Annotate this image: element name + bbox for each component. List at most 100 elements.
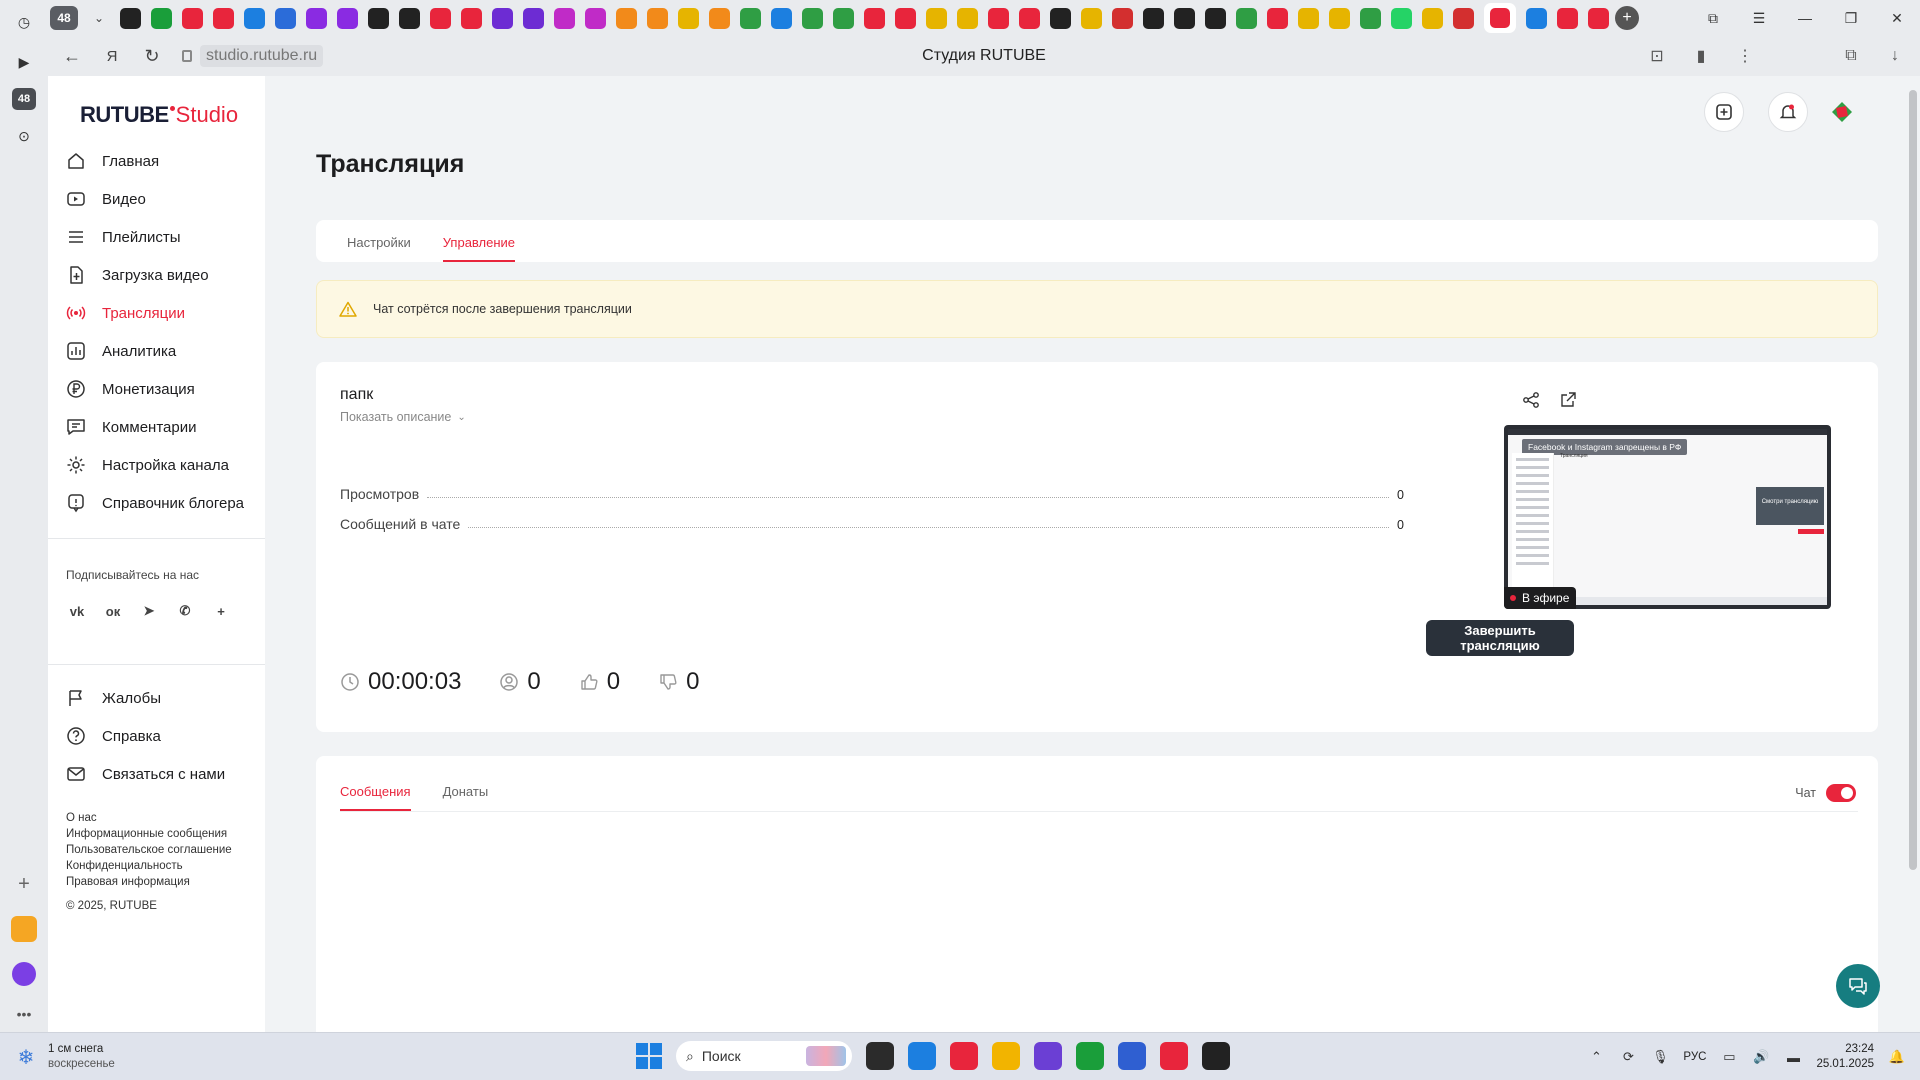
language-indicator[interactable]: РУС bbox=[1683, 1051, 1706, 1063]
taskbar-app-icon[interactable] bbox=[1034, 1042, 1062, 1070]
taskbar-app-icon[interactable] bbox=[1076, 1042, 1104, 1070]
footer-link[interactable]: Информационные сообщения bbox=[66, 826, 232, 842]
battery-icon[interactable]: ▬ bbox=[1784, 1048, 1802, 1066]
footer-link[interactable]: О нас bbox=[66, 810, 232, 826]
browser-tab-favicon[interactable] bbox=[864, 7, 885, 29]
browser-tab-favicon[interactable] bbox=[523, 7, 544, 29]
url-field[interactable]: studio.rutube.ru bbox=[182, 45, 324, 67]
browser-tab-favicon[interactable] bbox=[1112, 7, 1133, 29]
page-scrollbar[interactable] bbox=[1904, 76, 1920, 1032]
taskbar-app-icon[interactable] bbox=[908, 1042, 936, 1070]
browser-tab-favicon[interactable] bbox=[461, 7, 482, 29]
browser-tab-favicon[interactable] bbox=[1081, 7, 1102, 29]
open-external-button[interactable] bbox=[1556, 388, 1580, 412]
notifications-button[interactable] bbox=[1768, 92, 1808, 132]
rutube-studio-logo[interactable]: RUTUBE Studio bbox=[80, 102, 238, 128]
show-description-toggle[interactable]: Показать описание ⌄ bbox=[340, 410, 466, 424]
bookmark-icon[interactable]: ▮ bbox=[1690, 45, 1712, 67]
sidebar-secondary-item[interactable]: Связаться с нами bbox=[66, 755, 265, 793]
maximize-button[interactable]: ❐ bbox=[1828, 0, 1874, 36]
browser-tab-favicon[interactable] bbox=[616, 7, 637, 29]
browser-tab-favicon[interactable] bbox=[1360, 7, 1381, 29]
telegram-icon[interactable]: ➤ bbox=[136, 598, 162, 624]
vk-icon[interactable]: vk bbox=[64, 598, 90, 624]
start-button[interactable] bbox=[636, 1043, 662, 1069]
browser-tab-favicon[interactable] bbox=[1143, 7, 1164, 29]
stream-preview[interactable]: Facebook и Instagram запрещены в РФ Тран… bbox=[1504, 425, 1831, 609]
new-tab-button[interactable]: + bbox=[1615, 6, 1639, 30]
tab-counter[interactable]: 48 bbox=[50, 6, 78, 30]
more-dots-icon[interactable]: ••• bbox=[17, 1006, 32, 1022]
mail-app-icon[interactable] bbox=[11, 916, 37, 942]
browser-tab-favicon[interactable] bbox=[1453, 7, 1474, 29]
more-icon[interactable]: ⋮ bbox=[1734, 45, 1756, 67]
browser-tab-favicon[interactable] bbox=[1526, 7, 1547, 29]
sidebar-item[interactable]: Монетизация bbox=[66, 370, 265, 408]
browser-tab-favicon[interactable] bbox=[120, 7, 141, 29]
browser-tab-favicon[interactable] bbox=[1329, 7, 1350, 29]
share-button[interactable] bbox=[1519, 388, 1543, 412]
add-panel-icon[interactable]: + bbox=[18, 873, 30, 896]
sidebar-item[interactable]: Плейлисты bbox=[66, 218, 265, 256]
downloads-icon[interactable]: ↓ bbox=[1884, 45, 1906, 67]
support-chat-button[interactable] bbox=[1836, 964, 1880, 1008]
sidebar-secondary-item[interactable]: Справка bbox=[66, 717, 265, 755]
browser-tab-favicon[interactable] bbox=[957, 7, 978, 29]
volume-icon[interactable]: 🔊 bbox=[1752, 1048, 1770, 1066]
browser-tab-favicon[interactable] bbox=[1236, 7, 1257, 29]
browser-tab-favicon[interactable] bbox=[678, 7, 699, 29]
browser-tab-favicon[interactable] bbox=[399, 7, 420, 29]
plus-icon[interactable]: + bbox=[208, 598, 234, 624]
sidebar-item[interactable]: Аналитика bbox=[66, 332, 265, 370]
taskbar-app-icon[interactable] bbox=[992, 1042, 1020, 1070]
browser-tab-favicon[interactable] bbox=[1422, 7, 1443, 29]
browser-tab-favicon[interactable] bbox=[988, 7, 1009, 29]
yandex-icon[interactable]: Я bbox=[96, 40, 128, 72]
collections-icon[interactable]: ⧉ bbox=[1840, 45, 1862, 67]
taskbar-app-icon[interactable] bbox=[1160, 1042, 1188, 1070]
taskbar-app-icon[interactable] bbox=[1202, 1042, 1230, 1070]
mic-icon[interactable]: 🎙 bbox=[1651, 1048, 1669, 1066]
taskbar-app-icon[interactable] bbox=[866, 1042, 894, 1070]
screenshot-icon[interactable]: ⊙ bbox=[10, 122, 38, 150]
browser-tab-favicon[interactable] bbox=[833, 7, 854, 29]
browser-tab-favicon[interactable] bbox=[802, 7, 823, 29]
browser-tab-favicon[interactable] bbox=[585, 7, 606, 29]
chevron-down-icon[interactable]: ⌄ bbox=[86, 5, 112, 31]
browser-tab-favicon[interactable] bbox=[740, 7, 761, 29]
viber-icon[interactable]: ✆ bbox=[172, 598, 198, 624]
browser-tab-favicon[interactable] bbox=[1019, 7, 1040, 29]
weather-widget[interactable]: ❄ 1 см снега воскресенье bbox=[14, 1042, 115, 1072]
close-button[interactable]: ✕ bbox=[1874, 0, 1920, 36]
browser-tab-favicon[interactable] bbox=[1205, 7, 1226, 29]
browser-tab-favicon[interactable] bbox=[647, 7, 668, 29]
sidebar-item[interactable]: Загрузка видео bbox=[66, 256, 265, 294]
browser-tab-favicon[interactable] bbox=[1588, 7, 1609, 29]
notification-bell-icon[interactable]: 🔔 bbox=[1888, 1048, 1906, 1066]
sidebar-item[interactable]: Справочник блогера bbox=[66, 484, 265, 522]
browser-tab-favicon[interactable] bbox=[1484, 3, 1516, 33]
browser-tab-favicon[interactable] bbox=[554, 7, 575, 29]
play-icon[interactable]: ▶ bbox=[10, 48, 38, 76]
page-tab[interactable]: Настройки bbox=[347, 235, 411, 262]
browser-tab-favicon[interactable] bbox=[895, 7, 916, 29]
chevron-up-icon[interactable]: ⌃ bbox=[1587, 1048, 1605, 1066]
chat-toggle[interactable]: Чат bbox=[1795, 784, 1856, 802]
url-text[interactable]: studio.rutube.ru bbox=[200, 45, 324, 67]
browser-tab-favicon[interactable] bbox=[492, 7, 513, 29]
tab-manager-icon[interactable]: ⧉ bbox=[1690, 0, 1736, 36]
taskbar-app-icon[interactable] bbox=[950, 1042, 978, 1070]
minimize-button[interactable]: — bbox=[1782, 0, 1828, 36]
alice-icon[interactable] bbox=[12, 962, 36, 986]
translate-icon[interactable]: ⊡ bbox=[1646, 45, 1668, 67]
browser-tab-favicon[interactable] bbox=[244, 7, 265, 29]
browser-tab-favicon[interactable] bbox=[1267, 7, 1288, 29]
chat-switch[interactable] bbox=[1826, 784, 1856, 802]
sidebar-item[interactable]: Трансляции bbox=[66, 294, 265, 332]
display-icon[interactable]: ▭ bbox=[1720, 1048, 1738, 1066]
sidebar-item[interactable]: Комментарии bbox=[66, 408, 265, 446]
history-icon[interactable]: ◷ bbox=[10, 8, 38, 36]
browser-tab-favicon[interactable] bbox=[709, 7, 730, 29]
tabs-badge[interactable]: 48 bbox=[12, 88, 36, 110]
browser-tab-favicon[interactable] bbox=[926, 7, 947, 29]
